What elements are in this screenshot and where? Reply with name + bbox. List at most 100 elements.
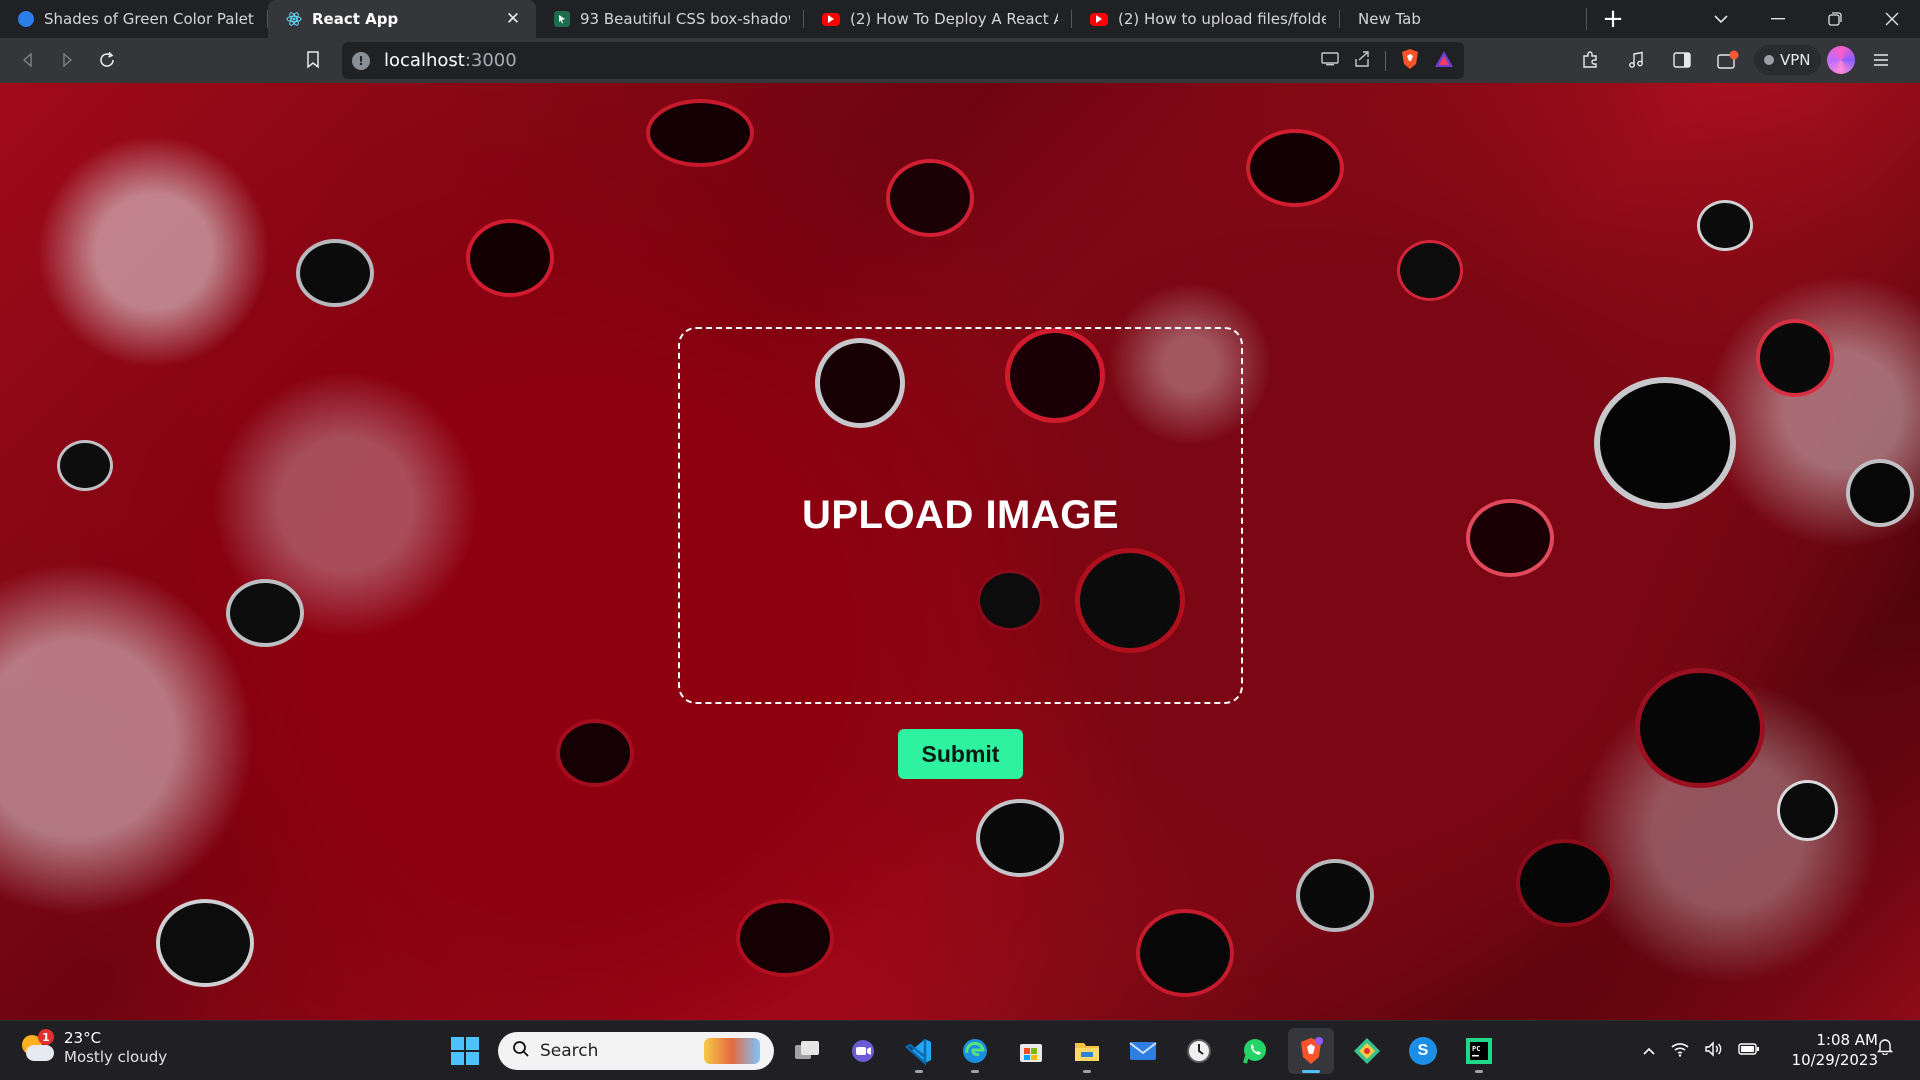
background-cell [1520, 843, 1610, 923]
tab-search-chevron-icon[interactable] [1692, 0, 1749, 38]
background-cell [1640, 673, 1760, 783]
tab-css-box-shadow[interactable]: 93 Beautiful CSS box-shadow exa [536, 0, 804, 38]
new-tab-button[interactable]: + [1590, 0, 1636, 38]
notification-bell-icon[interactable] [1876, 1037, 1894, 1060]
menu-hamburger-icon[interactable] [1861, 40, 1901, 80]
search-icon [512, 1040, 530, 1063]
weather-widget[interactable]: 1 23°C Mostly cloudy [20, 1029, 167, 1067]
share-icon[interactable] [1353, 50, 1371, 72]
git-kraken-icon[interactable] [1344, 1028, 1390, 1074]
url-host: localhost [384, 50, 465, 71]
cast-icon[interactable] [1321, 51, 1339, 70]
background-cell [60, 443, 110, 488]
windows-start-icon[interactable] [442, 1028, 488, 1074]
tab-strip: Shades of Green Color Palettes – React A… [0, 0, 1920, 38]
background-cell [470, 223, 550, 293]
clock-date: 10/29/2023 [1791, 1051, 1878, 1069]
tab-react-app[interactable]: React App ✕ [268, 0, 536, 38]
tab-shades-of-green[interactable]: Shades of Green Color Palettes – [0, 0, 268, 38]
volume-icon[interactable] [1704, 1040, 1724, 1062]
background-cell [1300, 863, 1370, 928]
search-label: Search [540, 1041, 599, 1061]
background-cell [890, 163, 970, 233]
back-arrow-icon[interactable] [8, 40, 48, 80]
background-cell [1470, 503, 1550, 573]
whatsapp-icon[interactable] [1232, 1028, 1278, 1074]
brave-browser-icon[interactable] [1288, 1028, 1334, 1074]
pycharm-monogram: PC [1472, 1045, 1480, 1053]
weather-condition: Mostly cloudy [64, 1048, 168, 1066]
background-cell [1140, 913, 1230, 993]
vpn-button[interactable]: VPN [1754, 45, 1821, 75]
tab-title: New Tab [1358, 10, 1421, 28]
background-cell [1760, 323, 1830, 393]
minimize-icon[interactable] [1749, 0, 1806, 38]
forward-arrow-icon[interactable] [47, 40, 87, 80]
battery-icon[interactable] [1738, 1041, 1760, 1061]
tab-new-tab[interactable]: New Tab [1340, 0, 1580, 38]
search-highlight-icon [704, 1038, 760, 1064]
edge-browser-icon[interactable] [952, 1028, 998, 1074]
background-cell [1600, 383, 1730, 503]
background-cell [560, 723, 630, 783]
extensions-icon[interactable] [1570, 40, 1610, 80]
background-cell [1700, 203, 1750, 248]
site-info-icon[interactable]: ! [352, 51, 370, 70]
brave-shields-icon[interactable] [1400, 48, 1420, 74]
task-view-icon[interactable] [784, 1028, 830, 1074]
mail-icon[interactable] [1120, 1028, 1166, 1074]
restore-icon[interactable] [1806, 0, 1863, 38]
background-cell [1780, 783, 1835, 838]
upload-image-dropzone[interactable]: UPLOAD IMAGE [678, 327, 1243, 704]
skype-icon[interactable]: S [1400, 1028, 1446, 1074]
background-cell [300, 243, 370, 303]
wifi-icon[interactable] [1670, 1041, 1690, 1062]
brave-wallet-icon[interactable] [1708, 40, 1748, 80]
brave-rewards-icon[interactable] [1434, 50, 1454, 72]
media-controls-icon[interactable] [1616, 40, 1656, 80]
weather-badge: 1 [38, 1029, 54, 1045]
background-cell [1850, 463, 1910, 523]
address-url: localhost:3000 [384, 50, 517, 71]
page-viewport: UPLOAD IMAGE Submit [0, 83, 1920, 1020]
file-explorer-icon[interactable] [1064, 1028, 1110, 1074]
background-cell [1400, 243, 1460, 298]
vscode-icon[interactable] [896, 1028, 942, 1074]
pycharm-icon[interactable]: PC [1456, 1028, 1502, 1074]
react-favicon-icon [286, 11, 302, 27]
chevron-up-icon[interactable] [1642, 1041, 1656, 1061]
tab-deploy-react-app[interactable]: (2) How To Deploy A React App T [804, 0, 1072, 38]
close-tab-icon[interactable]: ✕ [504, 9, 522, 29]
clock-time: 1:08 AM [1816, 1031, 1878, 1049]
microsoft-store-icon[interactable] [1008, 1028, 1054, 1074]
taskbar-clock[interactable]: 1:08 AM 10/29/2023 [1778, 1030, 1878, 1070]
bookmark-icon[interactable] [293, 40, 333, 80]
browser-toolbar: ! localhost:3000 VPN [0, 38, 1920, 83]
address-bar[interactable]: ! localhost:3000 [342, 42, 1464, 79]
background-cell [230, 583, 300, 643]
windows-taskbar: 1 23°C Mostly cloudy Search S PC 1:08 AM… [0, 1020, 1920, 1080]
background-cell [740, 903, 830, 973]
background-cell [980, 803, 1060, 873]
palette-favicon-icon [18, 11, 34, 27]
tab-title: React App [312, 10, 399, 28]
reload-icon[interactable] [87, 40, 127, 80]
profile-avatar[interactable] [1826, 46, 1855, 74]
background-cell [160, 903, 250, 983]
tab-upload-files[interactable]: (2) How to upload files/folders/p [1072, 0, 1340, 38]
url-port: :3000 [464, 50, 517, 71]
cursor-favicon-icon [554, 11, 570, 27]
teams-chat-icon[interactable] [840, 1028, 886, 1074]
tab-title: (2) How to upload files/folders/p [1118, 10, 1326, 28]
taskbar-search[interactable]: Search [498, 1032, 774, 1070]
clock-app-icon[interactable] [1176, 1028, 1222, 1074]
close-window-icon[interactable] [1863, 0, 1920, 38]
upload-image-label: UPLOAD IMAGE [801, 493, 1120, 537]
partly-cloudy-icon: 1 [20, 1029, 54, 1065]
taskbar-apps: Search S PC [442, 1028, 1502, 1074]
background-cell [1250, 133, 1340, 203]
tab-title: Shades of Green Color Palettes – [44, 10, 254, 28]
sidebar-toggle-icon[interactable] [1662, 40, 1702, 80]
weather-temperature: 23°C [64, 1029, 102, 1047]
submit-button[interactable]: Submit [898, 729, 1023, 779]
